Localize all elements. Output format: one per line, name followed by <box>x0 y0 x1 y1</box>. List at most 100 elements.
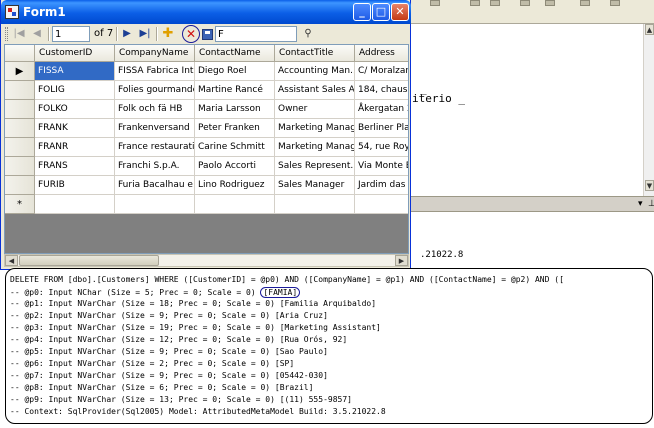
grid-cell[interactable]: Frankenversand <box>115 119 195 138</box>
column-header-companyname[interactable]: CompanyName <box>115 45 195 62</box>
toolbar-icon[interactable] <box>490 0 500 6</box>
column-header-contactname[interactable]: ContactName <box>195 45 275 62</box>
grid-cell[interactable]: FISSA <box>35 62 115 81</box>
grid-cell[interactable]: Folk och fä HB <box>115 100 195 119</box>
sql-param-line: -- @p5: Input NVarChar (Size = 9; Prec =… <box>10 347 328 356</box>
grid-cell[interactable] <box>275 195 355 214</box>
separator <box>116 27 117 41</box>
app-icon[interactable] <box>5 5 19 19</box>
grid-cell[interactable] <box>355 195 408 214</box>
pin-icon[interactable]: ⊥ <box>648 199 654 209</box>
sql-param-line: -- @p7: Input NVarChar (Size = 9; Prec =… <box>10 371 328 380</box>
grid-cell[interactable]: FRANR <box>35 138 115 157</box>
grid-cell[interactable]: FOLIG <box>35 81 115 100</box>
sql-param-p0-value: [FAMIA] <box>260 287 301 298</box>
new-row-indicator[interactable]: * <box>5 195 35 214</box>
grid-cell[interactable]: Sales Manager <box>275 176 355 195</box>
save-icon[interactable] <box>202 29 213 40</box>
grid-cell[interactable]: Peter Franken <box>195 119 275 138</box>
editor-vertical-scrollbar[interactable]: ▲ ▼ <box>643 24 654 196</box>
grid-cell[interactable]: Marketing Manager <box>275 119 355 138</box>
sql-param-line: -- @p2: Input NVarChar (Size = 9; Prec =… <box>10 311 328 320</box>
current-row-indicator[interactable]: ▶ <box>5 62 35 81</box>
grid-cell[interactable]: 54, rue Royal <box>355 138 408 157</box>
grid-cell[interactable]: Marketing Manager <box>275 138 355 157</box>
grid-corner-header[interactable] <box>5 45 35 62</box>
sql-param-line: -- @p6: Input NVarChar (Size = 2; Prec =… <box>10 359 295 368</box>
grid-cell[interactable]: Folies gourmandes <box>115 81 195 100</box>
grid-cell[interactable]: Carine Schmitt <box>195 138 275 157</box>
grid-cell[interactable]: Berliner Platz <box>355 119 408 138</box>
close-button[interactable]: ✕ <box>391 3 409 21</box>
grid-cell[interactable]: 184, chaussé <box>355 81 408 100</box>
row-header[interactable] <box>5 81 35 100</box>
grid-cell[interactable] <box>35 195 115 214</box>
grid-cell[interactable]: FRANS <box>35 157 115 176</box>
toolbar-icon[interactable] <box>610 0 620 6</box>
grid-cell[interactable]: Assistant Sales A... <box>275 81 355 100</box>
first-record-icon[interactable]: |◀ <box>12 27 26 41</box>
grid-cell[interactable]: Paolo Accorti <box>195 157 275 176</box>
grid-cell[interactable]: Accounting Man... <box>275 62 355 81</box>
grid-cell[interactable]: Åkergatan 24 <box>355 100 408 119</box>
sql-param-p0-prefix: -- @p0: Input NChar (Size = 5; Prec = 0;… <box>10 288 261 297</box>
toolbar-icon[interactable] <box>520 0 530 6</box>
delete-icon[interactable]: ✕ <box>184 27 198 41</box>
maximize-button[interactable]: □ <box>372 3 390 21</box>
toolbar-icon[interactable] <box>545 0 555 6</box>
grid-cell[interactable]: Maria Larsson <box>195 100 275 119</box>
row-header[interactable] <box>5 100 35 119</box>
grid-cell[interactable] <box>195 195 275 214</box>
column-header-address[interactable]: Address <box>355 45 408 62</box>
grid-cell[interactable]: C/ Moralzarza <box>355 62 408 81</box>
next-record-icon[interactable]: ▶ <box>120 27 134 41</box>
grid-cell[interactable]: Diego Roel <box>195 62 275 81</box>
title-bar[interactable]: Form1 _ □ ✕ <box>1 0 411 24</box>
grid-cell[interactable]: Owner <box>275 100 355 119</box>
grid-cell[interactable] <box>115 195 195 214</box>
grid-horizontal-scrollbar[interactable]: ◀ ▶ <box>4 254 409 267</box>
separator <box>48 27 49 41</box>
toolbar-icon[interactable] <box>580 0 590 6</box>
code-editor[interactable]: _ iterio _ <box>410 24 654 196</box>
last-record-icon[interactable]: ▶| <box>138 27 152 41</box>
scroll-left-icon[interactable]: ◀ <box>5 255 18 266</box>
scroll-down-icon[interactable]: ▼ <box>645 180 654 191</box>
grid-cell[interactable]: Lino Rodriguez <box>195 176 275 195</box>
dropdown-icon[interactable]: ▾ <box>638 199 643 209</box>
grid-cell[interactable]: Franchi S.p.A. <box>115 157 195 176</box>
grid-cell[interactable]: FOLKO <box>35 100 115 119</box>
record-count-label: of 7 <box>94 28 114 39</box>
filter-input[interactable] <box>215 26 297 42</box>
grid-cell[interactable]: Sales Represent... <box>275 157 355 176</box>
grid-cell[interactable]: Via Monte Bi <box>355 157 408 176</box>
grid-cell[interactable]: Jardim das ro <box>355 176 408 195</box>
grid-cell[interactable]: FRANK <box>35 119 115 138</box>
add-new-icon[interactable]: ✚ <box>161 27 175 41</box>
scroll-up-icon[interactable]: ▲ <box>645 24 654 35</box>
column-header-customerid[interactable]: CustomerID <box>35 45 115 62</box>
toolbar-icon[interactable] <box>470 0 480 6</box>
minimize-button[interactable]: _ <box>353 3 371 21</box>
customers-data-grid[interactable]: CustomerID CompanyName ContactName Conta… <box>4 44 409 254</box>
row-header[interactable] <box>5 119 35 138</box>
binoculars-icon[interactable]: ⚲ <box>301 27 315 41</box>
grid-cell[interactable]: FURIB <box>35 176 115 195</box>
column-header-contacttitle[interactable]: ContactTitle <box>275 45 355 62</box>
scroll-thumb[interactable] <box>19 255 159 266</box>
grid-cell[interactable]: France restauration <box>115 138 195 157</box>
grid-cell[interactable]: FISSA Fabrica Int... <box>115 62 195 81</box>
output-panel-header: ▾ ⊥ <box>410 196 654 212</box>
position-input[interactable] <box>52 26 90 42</box>
sql-param-line: -- @p0: Input NChar (Size = 5; Prec = 0;… <box>10 287 301 298</box>
row-header[interactable] <box>5 157 35 176</box>
row-header[interactable] <box>5 176 35 195</box>
grid-cell[interactable]: Martine Rancé <box>195 81 275 100</box>
scroll-right-icon[interactable]: ▶ <box>395 255 408 266</box>
separator <box>156 27 157 41</box>
row-header[interactable] <box>5 138 35 157</box>
toolbar-grip[interactable] <box>5 27 8 41</box>
previous-record-icon[interactable]: ◀ <box>30 27 44 41</box>
toolbar-icon[interactable] <box>430 0 440 6</box>
grid-cell[interactable]: Furia Bacalhau e ... <box>115 176 195 195</box>
